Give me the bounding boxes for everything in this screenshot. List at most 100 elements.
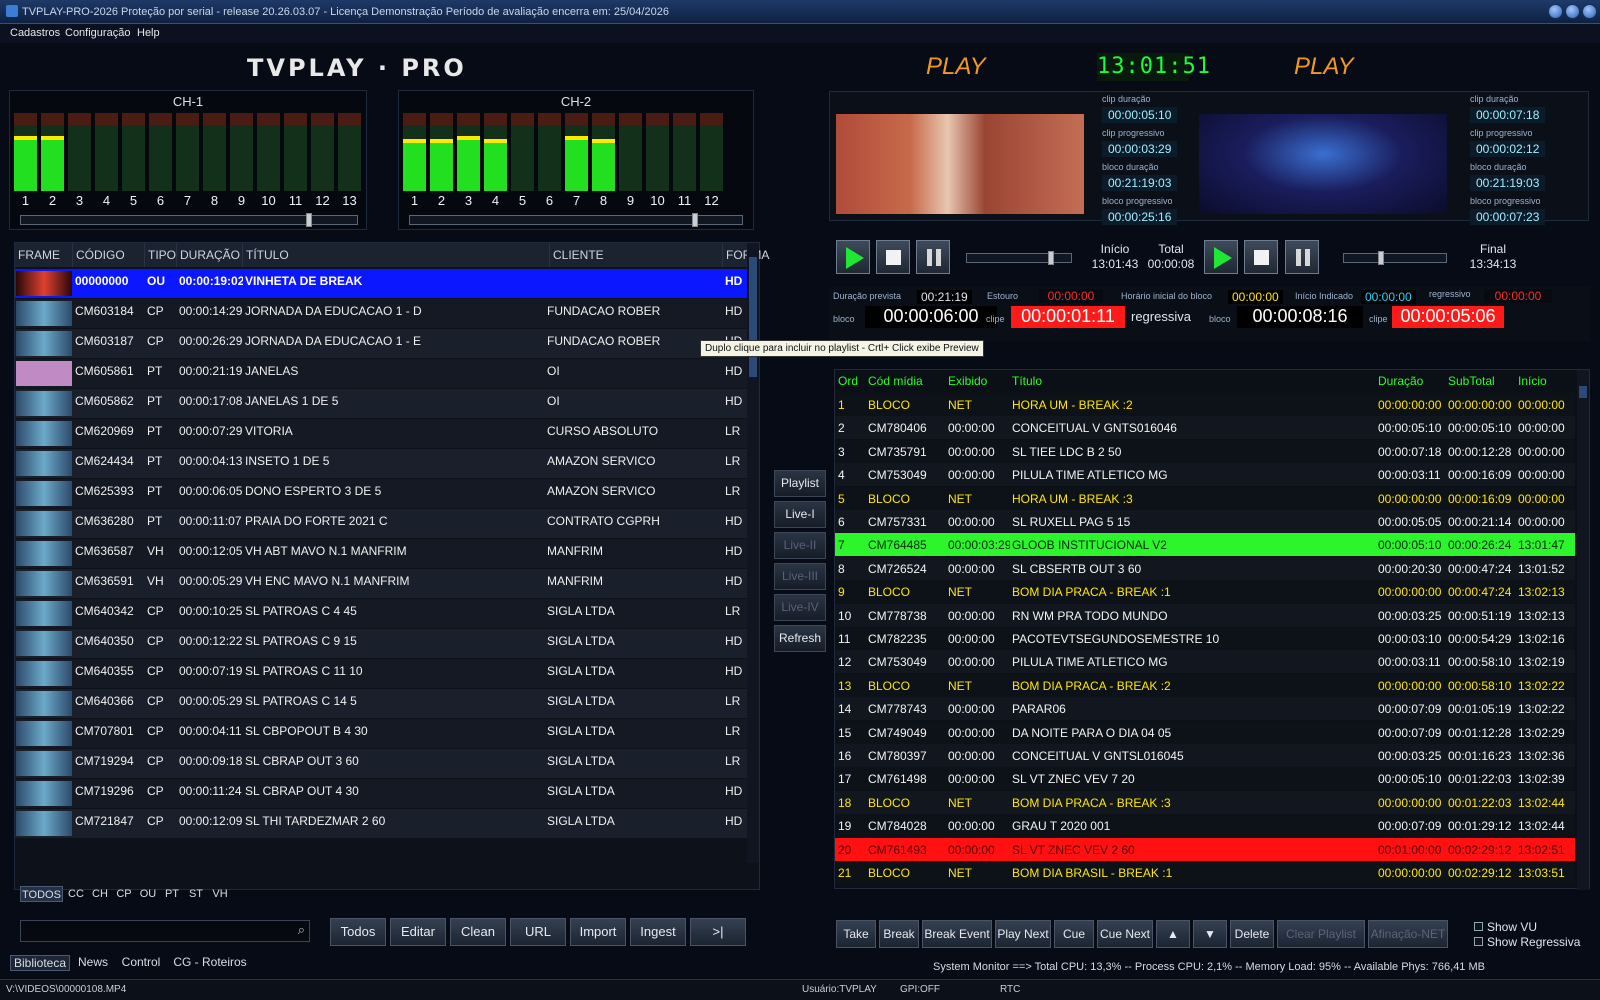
- menu-cadastros[interactable]: Cadastros: [10, 27, 60, 39]
- library-row[interactable]: CM640366 CP 00:00:05:29 SL PATROAS C 14 5 SI…: [15, 689, 748, 718]
- playlist-button-10[interactable]: Afinação-NET: [1368, 920, 1448, 948]
- library-button-5[interactable]: Ingest: [630, 918, 686, 946]
- playlist-header-6[interactable]: Início: [1515, 370, 1575, 392]
- playlist-button-2[interactable]: Break Event: [922, 920, 992, 948]
- library-row[interactable]: CM719296 CP 00:00:11:24 SL CBRAP OUT 4 30 SI…: [15, 779, 748, 808]
- show-vu-checkbox[interactable]: Show VU: [1474, 920, 1537, 934]
- library-header-2[interactable]: TIPO: [145, 243, 177, 267]
- filter-ch[interactable]: CH: [89, 886, 111, 902]
- playlist-row[interactable]: 15 CM749049 00:00:00 DA NOITE PARA O DIA 04…: [835, 720, 1575, 744]
- library-row[interactable]: CM636587 VH 00:00:12:05 VH ABT MAVO N.1 MAN…: [15, 539, 748, 568]
- playlist-row[interactable]: 8 CM726524 00:00:00 SL CBSERTB OUT 3 60 00:0…: [835, 556, 1575, 580]
- play-button-1[interactable]: [836, 240, 870, 274]
- library-row[interactable]: 00000000 OU 00:00:19:02 VINHETA DE BREAK HD: [15, 269, 748, 298]
- library-header-5[interactable]: CLIENTE: [550, 243, 723, 267]
- pause-button-2[interactable]: [1285, 240, 1319, 274]
- playlist-row[interactable]: 10 CM778738 00:00:00 RN WM PRA TODO MUNDO 00…: [835, 603, 1575, 627]
- playlist-row[interactable]: 2 CM780406 00:00:00 CONCEITUAL V GNTS016046…: [835, 416, 1575, 440]
- vu-ch1-slider[interactable]: [20, 213, 358, 227]
- library-row[interactable]: CM640350 CP 00:00:12:22 SL PATROAS C 9 15 SI…: [15, 629, 748, 658]
- library-row[interactable]: CM719294 CP 00:00:09:18 SL CBRAP OUT 3 60 SI…: [15, 749, 748, 778]
- library-button-2[interactable]: Clean: [450, 918, 506, 946]
- playlist-row[interactable]: 16 CM780397 00:00:00 CONCEITUAL V GNTSL0160…: [835, 744, 1575, 767]
- filter-st[interactable]: ST: [185, 886, 207, 902]
- playlist-row[interactable]: 13 BLOCO NET BOM DIA PRACA - BREAK :2 00:00:…: [835, 673, 1575, 697]
- filter-cc[interactable]: CC: [65, 886, 87, 902]
- library-row[interactable]: CM603187 CP 00:00:26:29 JORNADA DA EDUCACAO…: [15, 329, 748, 358]
- playlist-row[interactable]: 21 BLOCO NET BOM DIA BRASIL - BREAK :1 00:00…: [835, 861, 1575, 884]
- close-icon[interactable]: [1582, 4, 1597, 19]
- filter-vh[interactable]: VH: [209, 886, 231, 902]
- playlist-row[interactable]: 19 CM784028 00:00:00 GRAU T 2020 001 00:00:0…: [835, 814, 1575, 838]
- playlist-row[interactable]: 9 BLOCO NET BOM DIA PRACA - BREAK :1 00:00:0…: [835, 580, 1575, 604]
- playlist-header-5[interactable]: SubTotal: [1445, 370, 1515, 392]
- playlist-row[interactable]: 17 CM761498 00:00:00 SL VT ZNEC VEV 7 20 00:…: [835, 767, 1575, 791]
- play-button-2[interactable]: [1204, 240, 1238, 274]
- library-row[interactable]: CM620969 PT 00:00:07:29 VITORIA CURSO ABSOLU…: [15, 419, 748, 448]
- library-row[interactable]: CM605862 PT 00:00:17:08 JANELAS 1 DE 5 OI HD: [15, 389, 748, 418]
- library-button-6[interactable]: >|: [690, 918, 746, 946]
- playlist-row[interactable]: 12 CM753049 00:00:00 PILULA TIME ATLETICO M…: [835, 650, 1575, 674]
- playlist-row[interactable]: 11 CM782235 00:00:00 PACOTEVTSEGUNDOSEMESTR…: [835, 627, 1575, 650]
- minimize-icon[interactable]: [1548, 4, 1563, 19]
- library-button-0[interactable]: Todos: [330, 918, 386, 946]
- playlist-scrollbar[interactable]: [1577, 370, 1589, 890]
- library-button-4[interactable]: Import: [570, 918, 626, 946]
- library-row[interactable]: CM640342 CP 00:00:10:25 SL PATROAS C 4 45 SI…: [15, 599, 748, 628]
- playlist-header-1[interactable]: Cód mídia: [865, 370, 945, 392]
- preview-video-2[interactable]: [1199, 114, 1447, 214]
- filter-pt[interactable]: PT: [161, 886, 183, 902]
- library-row[interactable]: CM636280 PT 00:00:11:07 PRAIA DO FORTE 2021…: [15, 509, 748, 538]
- volume-slider-1[interactable]: [966, 251, 1072, 265]
- playlist-row[interactable]: 3 CM735791 00:00:00 SL TIEE LDC B 2 50 00:00…: [835, 439, 1575, 463]
- vu-ch2-slider[interactable]: [409, 213, 743, 227]
- library-button-3[interactable]: URL: [510, 918, 566, 946]
- side-button-0[interactable]: Playlist: [774, 470, 826, 497]
- playlist-button-7[interactable]: ▼: [1193, 920, 1227, 948]
- side-button-4[interactable]: Live-IV: [774, 594, 826, 621]
- menu-help[interactable]: Help: [137, 27, 160, 39]
- library-row[interactable]: CM707801 CP 00:00:04:11 SL CBPOPOUT B 4 30 S…: [15, 719, 748, 748]
- side-button-1[interactable]: Live-I: [774, 501, 826, 528]
- playlist-button-9[interactable]: Clear Playlist: [1277, 920, 1365, 948]
- library-scrollbar[interactable]: [747, 243, 759, 863]
- playlist-header-4[interactable]: Duração: [1375, 370, 1445, 392]
- library-row[interactable]: CM603184 CP 00:00:14:29 JORNADA DA EDUCACAO…: [15, 299, 748, 328]
- library-button-1[interactable]: Editar: [390, 918, 446, 946]
- playlist-row[interactable]: 18 BLOCO NET BOM DIA PRACA - BREAK :3 00:00:…: [835, 790, 1575, 814]
- search-input[interactable]: ⌕: [20, 920, 310, 942]
- playlist-row[interactable]: 7 CM764485 00:00:03:29 GLOOB INSTITUCIONAL …: [835, 533, 1575, 557]
- stop-button-1[interactable]: [876, 240, 910, 274]
- bottom-tab-1[interactable]: News: [72, 955, 114, 969]
- side-button-3[interactable]: Live-III: [774, 563, 826, 590]
- library-row[interactable]: CM625393 PT 00:00:06:05 DONO ESPERTO 3 DE 5…: [15, 479, 748, 508]
- filter-ou[interactable]: OU: [137, 886, 159, 902]
- filter-cp[interactable]: CP: [113, 886, 135, 902]
- maximize-icon[interactable]: [1565, 4, 1580, 19]
- playlist-row[interactable]: 6 CM757331 00:00:00 SL RUXELL PAG 5 15 00:00…: [835, 510, 1575, 533]
- library-row[interactable]: CM605861 PT 00:00:21:19 JANELAS OI HD: [15, 359, 748, 388]
- playlist-button-5[interactable]: Cue Next: [1097, 920, 1153, 948]
- library-row[interactable]: CM624434 PT 00:00:04:13 INSETO 1 DE 5 AMAZON…: [15, 449, 748, 478]
- playlist-button-1[interactable]: Break: [879, 920, 919, 948]
- library-header-1[interactable]: CÓDIGO: [73, 243, 145, 267]
- stop-button-2[interactable]: [1244, 240, 1278, 274]
- search-icon[interactable]: ⌕: [298, 922, 305, 938]
- playlist-row[interactable]: 14 CM778743 00:00:00 PARAR06 00:00:07:09 00:0…: [835, 697, 1575, 721]
- playlist-button-8[interactable]: Delete: [1230, 920, 1274, 948]
- library-row[interactable]: CM636591 VH 00:00:05:29 VH ENC MAVO N.1 MAN…: [15, 569, 748, 598]
- menu-configuracao[interactable]: Configuração: [65, 27, 130, 39]
- preview-video-1[interactable]: [836, 114, 1084, 214]
- library-scroll-thumb[interactable]: [749, 257, 757, 377]
- library-header-3[interactable]: DURAÇÃO: [177, 243, 243, 267]
- bottom-tab-0[interactable]: Biblioteca: [10, 955, 70, 971]
- playlist-row[interactable]: 20 CM761493 00:00:00 SL VT ZNEC VEV 2 60 00:…: [835, 837, 1575, 861]
- playlist-row[interactable]: 5 BLOCO NET HORA UM - BREAK :3 00:00:00:00 00…: [835, 486, 1575, 510]
- playlist-button-3[interactable]: Play Next: [995, 920, 1051, 948]
- playlist-button-4[interactable]: Cue: [1054, 920, 1094, 948]
- playlist-row[interactable]: 1 BLOCO NET HORA UM - BREAK :2 00:00:00:00 00…: [835, 393, 1575, 416]
- library-header-4[interactable]: TÍTULO: [243, 243, 550, 267]
- filter-todos[interactable]: TODOS: [20, 886, 63, 902]
- playlist-header-3[interactable]: Título: [1009, 370, 1375, 392]
- playlist-button-0[interactable]: Take: [836, 920, 876, 948]
